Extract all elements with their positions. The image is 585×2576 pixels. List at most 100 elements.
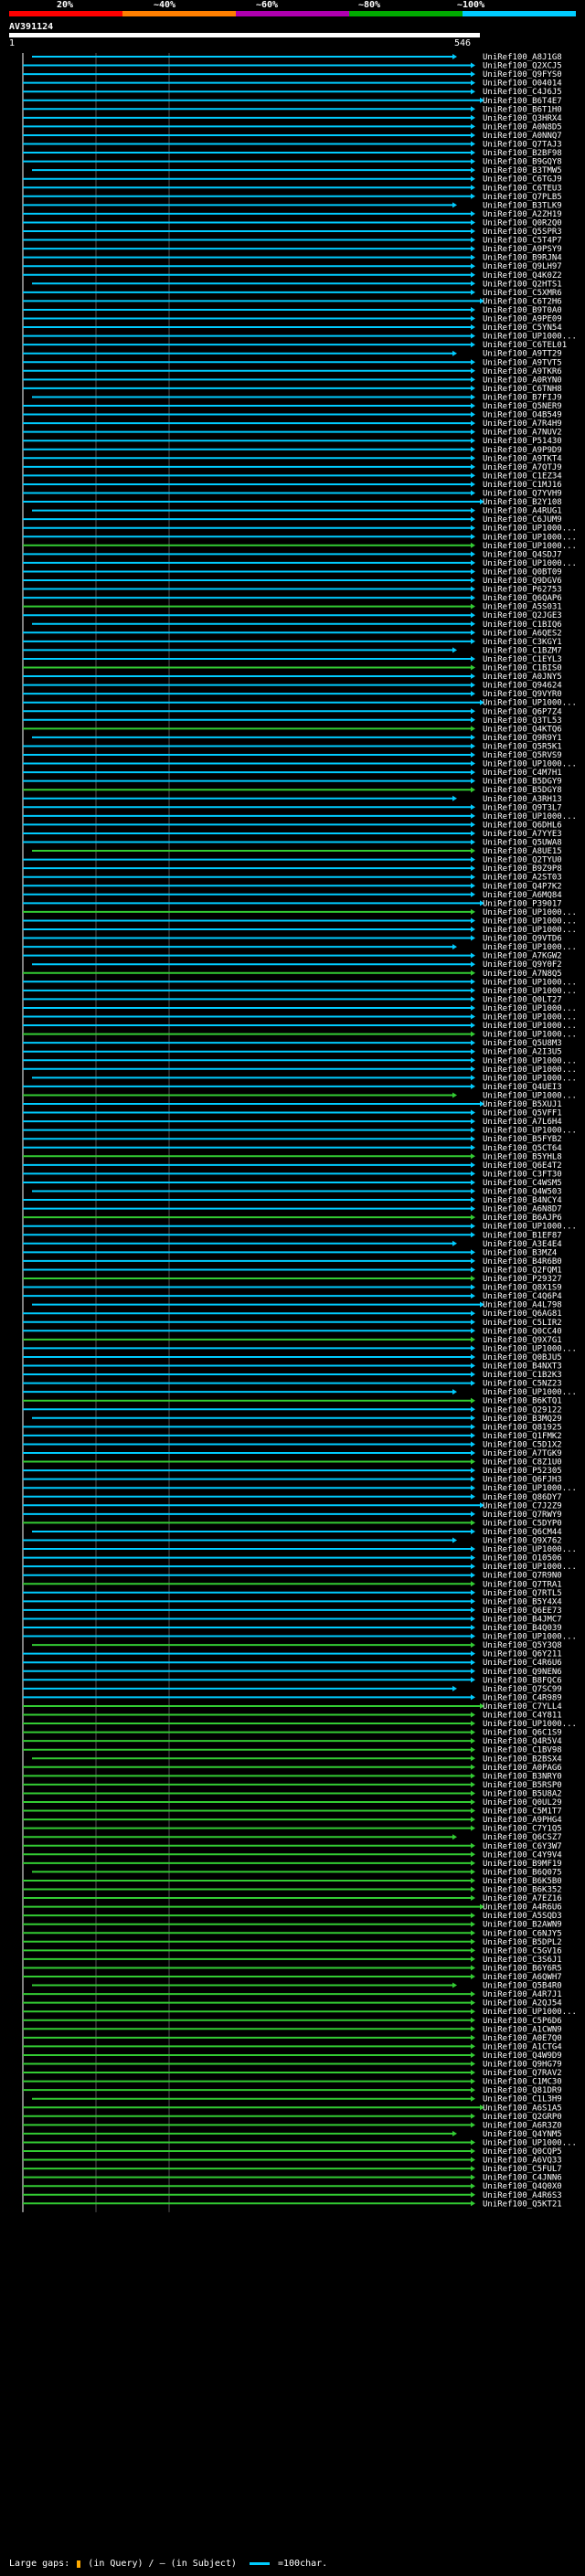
hit-label[interactable]: UniRef100_Q2HTS1	[483, 280, 562, 289]
hit-label[interactable]: UniRef100_A2I3U5	[483, 1048, 562, 1057]
hit-label[interactable]: UniRef100_A0E7Q0	[483, 2034, 562, 2043]
hit-label[interactable]: UniRef100_Q2TYU0	[483, 856, 562, 865]
hit-label[interactable]: UniRef100_O10506	[483, 1554, 562, 1564]
hit-label[interactable]: UniRef100_Q0CQP5	[483, 2147, 562, 2157]
hit-label[interactable]: UniRef100_A8J1G8	[483, 53, 562, 62]
hit-label[interactable]: UniRef100_UP1000...	[483, 917, 577, 926]
hit-label[interactable]: UniRef100_B6Y6R5	[483, 1964, 562, 1973]
hit-label[interactable]: UniRef100_A6QES2	[483, 629, 562, 638]
hit-label[interactable]: UniRef100_UP1000...	[483, 1004, 577, 1013]
hit-label[interactable]: UniRef100_Q7RTL5	[483, 1589, 562, 1598]
hit-label[interactable]: UniRef100_B9T0A0	[483, 306, 562, 315]
hit-label[interactable]: UniRef100_C6TEU3	[483, 184, 562, 193]
hit-label[interactable]: UniRef100_C5XMR6	[483, 289, 562, 298]
hit-label[interactable]: UniRef100_UP1000...	[483, 1563, 577, 1572]
hit-label[interactable]: UniRef100_Q8X1S9	[483, 1284, 562, 1293]
hit-label[interactable]: UniRef100_A7NUV2	[483, 429, 562, 438]
hit-label[interactable]: UniRef100_Q81DR9	[483, 2086, 562, 2095]
hit-label[interactable]: UniRef100_Q4P7K2	[483, 882, 562, 891]
hit-label[interactable]: UniRef100_C4Y811	[483, 1712, 562, 1721]
hit-label[interactable]: UniRef100_C7Y1Q5	[483, 1825, 562, 1834]
hit-label[interactable]: UniRef100_A7L6H4	[483, 1118, 562, 1127]
hit-label[interactable]: UniRef100_C5LIR2	[483, 1319, 562, 1328]
hit-label[interactable]: UniRef100_Q0BT09	[483, 567, 562, 577]
hit-label[interactable]: UniRef100_B4R6B0	[483, 1257, 562, 1267]
hit-label[interactable]: UniRef100_Q6CM44	[483, 1528, 562, 1537]
hit-label[interactable]: UniRef100_UP1000...	[483, 1056, 577, 1065]
hit-label[interactable]: UniRef100_A9P9D9	[483, 446, 562, 455]
hit-label[interactable]: UniRef100_Q9HG79	[483, 2061, 562, 2070]
hit-label[interactable]: UniRef100_Q9FYS0	[483, 70, 562, 80]
hit-label[interactable]: UniRef100_A9PE09	[483, 315, 562, 324]
hit-label[interactable]: UniRef100_Q7RWY9	[483, 1511, 562, 1520]
hit-label[interactable]: UniRef100_UP1000...	[483, 533, 577, 542]
hit-label[interactable]: UniRef100_A0JNY5	[483, 673, 562, 682]
hit-label[interactable]: UniRef100_Q6EE73	[483, 1606, 562, 1616]
hit-label[interactable]: UniRef100_B7FIJ9	[483, 393, 562, 402]
hit-label[interactable]: UniRef100_C6Y3W7	[483, 1842, 562, 1851]
hit-label[interactable]: UniRef100_Q0UL29	[483, 1798, 562, 1807]
hit-label[interactable]: UniRef100_C6TEL01	[483, 341, 567, 350]
hit-label[interactable]: UniRef100_Q0LT27	[483, 995, 562, 1004]
hit-label[interactable]: UniRef100_A0PAG6	[483, 1764, 562, 1773]
hit-label[interactable]: UniRef100_Q6FJH3	[483, 1476, 562, 1485]
hit-label[interactable]: UniRef100_A9TT29	[483, 350, 562, 359]
hit-label[interactable]: UniRef100_Q5U8M3	[483, 1039, 562, 1048]
hit-label[interactable]: UniRef100_A8UE15	[483, 847, 562, 856]
hit-label[interactable]: UniRef100_P51430	[483, 437, 562, 446]
hit-label[interactable]: UniRef100_A9PSY9	[483, 245, 562, 254]
hit-label[interactable]: UniRef100_Q6DHL6	[483, 821, 562, 830]
hit-label[interactable]: UniRef100_C4WSM5	[483, 1179, 562, 1188]
hit-label[interactable]: UniRef100_Q6Y211	[483, 1650, 562, 1659]
hit-label[interactable]: UniRef100_UP1000...	[483, 1545, 577, 1554]
hit-label[interactable]: UniRef100_A7YYE3	[483, 830, 562, 839]
hit-label[interactable]: UniRef100_C1B2K3	[483, 1371, 562, 1380]
hit-label[interactable]: UniRef100_B6K5B0	[483, 1877, 562, 1886]
hit-label[interactable]: UniRef100_B8FQC6	[483, 1676, 562, 1685]
hit-label[interactable]: UniRef100_Q7SC99	[483, 1685, 562, 1694]
hit-label[interactable]: UniRef100_Q9X762	[483, 1537, 562, 1546]
hit-label[interactable]: UniRef100_C5FUL7	[483, 2165, 562, 2174]
hit-label[interactable]: UniRef100_A5SQD3	[483, 1912, 562, 1921]
hit-label[interactable]: UniRef100_A4R7J1	[483, 1990, 562, 1999]
hit-label[interactable]: UniRef100_B9RJN4	[483, 254, 562, 263]
hit-label[interactable]: UniRef100_Q4YNM5	[483, 2130, 562, 2139]
hit-label[interactable]: UniRef100_UP1000...	[483, 1344, 577, 1353]
hit-label[interactable]: UniRef100_Q4Q0X0	[483, 2182, 562, 2191]
hit-label[interactable]: UniRef100_Q1FMK2	[483, 1432, 562, 1441]
hit-label[interactable]: UniRef100_UP1000...	[483, 1633, 577, 1642]
hit-label[interactable]: UniRef100_Q6AG81	[483, 1309, 562, 1319]
hit-label[interactable]: UniRef100_Q9R9Y1	[483, 734, 562, 743]
hit-label[interactable]: UniRef100_B3MZ4	[483, 1248, 557, 1257]
hit-label[interactable]: UniRef100_UP1000...	[483, 542, 577, 551]
hit-label[interactable]: UniRef100_Q5VFF1	[483, 1109, 562, 1118]
hit-label[interactable]: UniRef100_A9TVT5	[483, 358, 562, 367]
hit-label[interactable]: UniRef100_Q2XCJ5	[483, 62, 562, 71]
hit-label[interactable]: UniRef100_Q94624	[483, 682, 562, 691]
hit-label[interactable]: UniRef100_B5DPL2	[483, 1938, 562, 1947]
hit-label[interactable]: UniRef100_Q5KT21	[483, 2200, 562, 2209]
hit-label[interactable]: UniRef100_A6VQ33	[483, 2157, 562, 2166]
hit-label[interactable]: UniRef100_A0N8D5	[483, 122, 562, 132]
hit-label[interactable]: UniRef100_Q86DY7	[483, 1493, 562, 1502]
hit-label[interactable]: UniRef100_B6KTQ1	[483, 1397, 562, 1406]
hit-label[interactable]: UniRef100_P52305	[483, 1467, 562, 1476]
hit-label[interactable]: UniRef100_A2ZH19	[483, 210, 562, 219]
hit-label[interactable]: UniRef100_A9TKR6	[483, 367, 562, 376]
hit-label[interactable]: UniRef100_Q81925	[483, 1423, 562, 1432]
hit-label[interactable]: UniRef100_O4B549	[483, 411, 562, 420]
hit-label[interactable]: UniRef100_Q4W9D9	[483, 2051, 562, 2061]
hit-label[interactable]: UniRef100_C3S6J1	[483, 1956, 562, 1965]
hit-label[interactable]: UniRef100_C5GV16	[483, 1946, 562, 1956]
hit-label[interactable]: UniRef100_A2QJ54	[483, 1999, 562, 2009]
hit-label[interactable]: UniRef100_C5T4P7	[483, 237, 562, 246]
hit-label[interactable]: UniRef100_C1BZM7	[483, 646, 562, 655]
hit-label[interactable]: UniRef100_Q4W503	[483, 1188, 562, 1197]
hit-label[interactable]: UniRef100_UP1000...	[483, 333, 577, 342]
hit-label[interactable]: UniRef100_C6JUM9	[483, 515, 562, 525]
hit-label[interactable]: UniRef100_A0RYN0	[483, 376, 562, 385]
hit-label[interactable]: UniRef100_UP1000...	[483, 2138, 577, 2147]
hit-label[interactable]: UniRef100_B5YHL8	[483, 1152, 562, 1161]
hit-label[interactable]: UniRef100_UP1000...	[483, 1013, 577, 1023]
hit-label[interactable]: UniRef100_Q6CSZ7	[483, 1833, 562, 1842]
